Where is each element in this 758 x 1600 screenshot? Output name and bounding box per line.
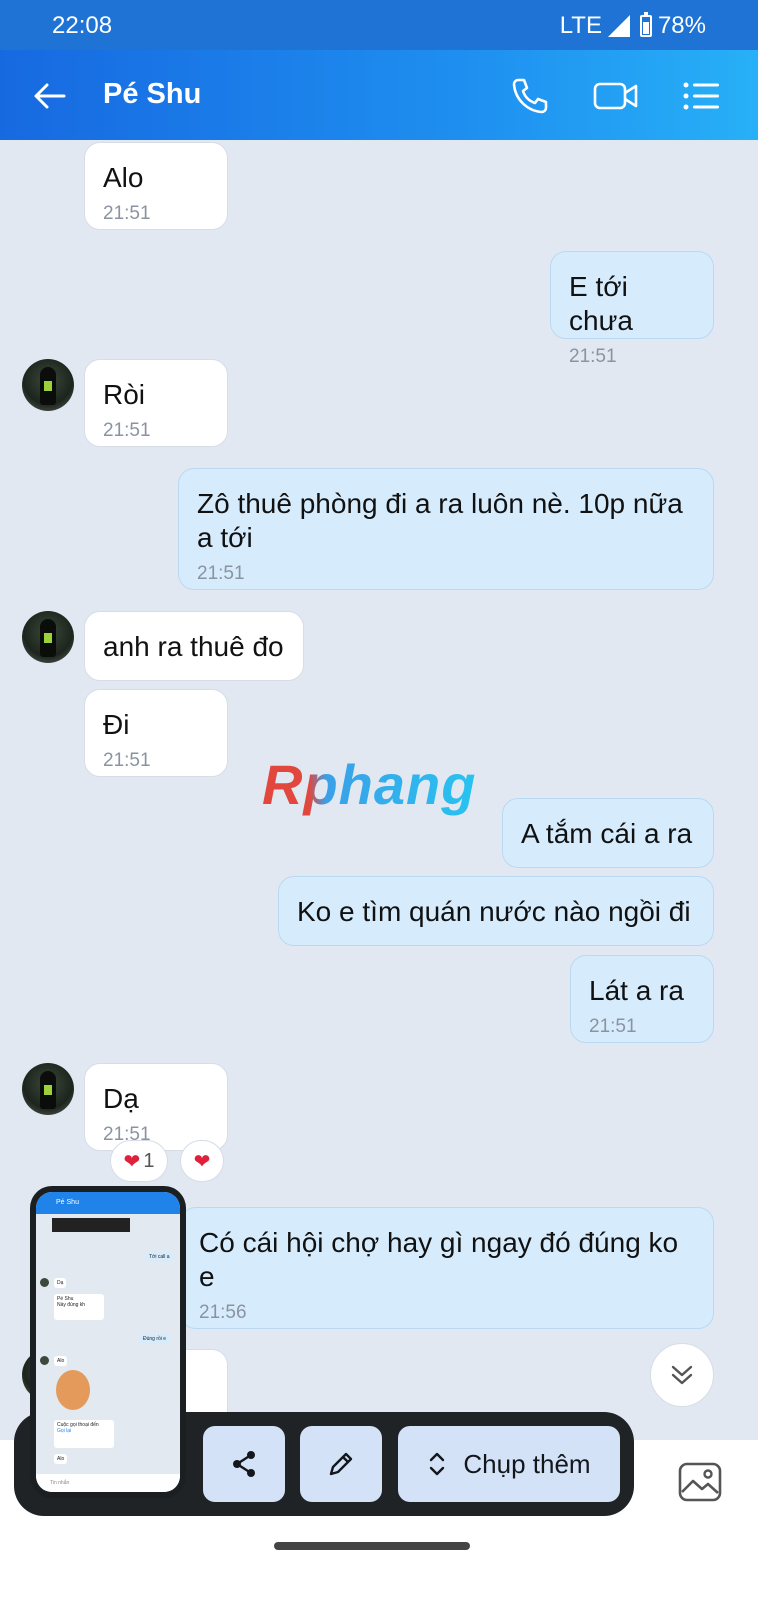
phone-call-icon[interactable]: [508, 74, 552, 118]
edit-button[interactable]: [300, 1426, 382, 1502]
message-text: E tới chưa: [569, 271, 633, 336]
image-picker-icon[interactable]: [678, 1462, 722, 1502]
message-text: Ko e tìm quán nước nào ngồi đi: [297, 896, 691, 927]
contact-name[interactable]: Pé Shu: [103, 78, 201, 111]
message-bubble-incoming[interactable]: Đi 21:51: [84, 689, 228, 777]
thumbnail-shared-card: Pé Shu Này đúng kh: [54, 1294, 104, 1320]
message-time: 21:51: [103, 420, 151, 441]
thumbnail-message: Alo: [54, 1454, 68, 1464]
message-text: Đi: [103, 709, 130, 740]
message-text: Ròi: [103, 379, 146, 410]
heart-icon: ❤: [123, 1150, 141, 1173]
capture-more-label: Chụp thêm: [463, 1448, 591, 1479]
thumbnail-header: Pé Shu: [36, 1192, 180, 1214]
back-arrow-icon[interactable]: [30, 76, 70, 116]
message-bubble-outgoing[interactable]: E tới chưa 21:51: [550, 251, 714, 367]
message-bubble-outgoing[interactable]: Lát a ra 21:51: [570, 955, 714, 1043]
message-text: anh ra thuê đo: [103, 631, 284, 662]
share-icon: [233, 1451, 255, 1477]
heart-icon: ❤: [193, 1150, 211, 1173]
pencil-icon: [329, 1452, 353, 1476]
share-button[interactable]: [203, 1426, 285, 1502]
message-bubble-outgoing[interactable]: A tắm cái a ra: [502, 798, 714, 868]
message-text: Zô thuê phòng đi a ra luôn nè. 10p nữa a…: [197, 488, 683, 553]
avatar[interactable]: [22, 359, 74, 411]
battery-icon: [639, 12, 652, 37]
avatar[interactable]: [22, 1063, 74, 1115]
message-text: Dạ: [103, 1083, 139, 1114]
message-time: 21:51: [103, 750, 151, 771]
message-bubble-outgoing[interactable]: Ko e tìm quán nước nào ngồi đi: [278, 876, 714, 946]
battery-percent: 78%: [657, 12, 706, 39]
thumbnail-sticker: [56, 1370, 90, 1410]
double-chevron-down-icon: [671, 1365, 693, 1385]
signal-icon: [607, 15, 630, 37]
message-bubble-incoming[interactable]: Dạ 21:51: [84, 1063, 228, 1151]
message-bubble-incoming[interactable]: anh ra thuê đo: [84, 611, 304, 681]
message-text: Lát a ra: [589, 975, 684, 1006]
navigation-bar: [0, 1528, 758, 1600]
home-indicator[interactable]: [274, 1542, 470, 1550]
message-time: 21:51: [103, 203, 151, 224]
screenshot-thumbnail[interactable]: Pé Shu Tới call a Dạ Pé Shu Này đúng kh Đ…: [30, 1186, 186, 1498]
video-call-icon[interactable]: [592, 74, 638, 118]
thumbnail-call-card: Cuộc gọi thoại đến Gọi lại: [54, 1420, 114, 1448]
capture-more-button[interactable]: Chụp thêm: [398, 1426, 620, 1502]
message-time: 21:51: [197, 563, 245, 584]
thumbnail-input: Tin nhắn: [36, 1474, 180, 1492]
message-bubble-outgoing[interactable]: Zô thuê phòng đi a ra luôn nè. 10p nữa a…: [178, 468, 714, 590]
message-text: Có cái hội chợ hay gì ngay đó đúng ko e: [199, 1227, 679, 1292]
chat-header: Pé Shu: [0, 50, 758, 140]
reaction-badge[interactable]: ❤ 1: [110, 1140, 168, 1182]
thumbnail-image: [52, 1218, 130, 1232]
thumbnail-message: Đúng rồi e: [140, 1334, 170, 1344]
message-time: 21:51: [589, 1016, 637, 1037]
message-time: 21:56: [199, 1302, 247, 1323]
thumbnail-message: Tới call a: [146, 1252, 173, 1262]
network-type: LTE: [559, 12, 602, 39]
message-text: Alo: [103, 162, 144, 193]
message-bubble-incoming[interactable]: Alo 21:51: [84, 142, 228, 230]
thumbnail-message: Alo: [54, 1356, 68, 1366]
message-time: 21:51: [569, 346, 617, 367]
message-bubble-outgoing[interactable]: Có cái hội chợ hay gì ngay đó đúng ko e …: [180, 1207, 714, 1329]
add-reaction-button[interactable]: ❤: [180, 1140, 224, 1182]
thumbnail-avatar: [40, 1278, 49, 1287]
status-right: LTE 78%: [560, 12, 706, 40]
status-bar: 22:08 LTE 78%: [0, 0, 758, 50]
thumbnail-avatar: [40, 1356, 49, 1365]
reaction-count: 1: [143, 1149, 155, 1172]
watermark-logo: Rphang: [262, 753, 477, 816]
thumbnail-screen: Pé Shu Tới call a Dạ Pé Shu Này đúng kh Đ…: [36, 1192, 180, 1492]
message-text: A tắm cái a ra: [521, 818, 693, 849]
scroll-to-bottom-button[interactable]: [650, 1343, 714, 1407]
avatar[interactable]: [22, 611, 74, 663]
thumbnail-message: Dạ: [54, 1278, 67, 1288]
message-bubble-incoming[interactable]: Ròi 21:51: [84, 359, 228, 447]
expand-vertical-icon: [430, 1452, 445, 1476]
status-time: 22:08: [52, 12, 113, 39]
menu-list-icon[interactable]: [680, 74, 724, 118]
